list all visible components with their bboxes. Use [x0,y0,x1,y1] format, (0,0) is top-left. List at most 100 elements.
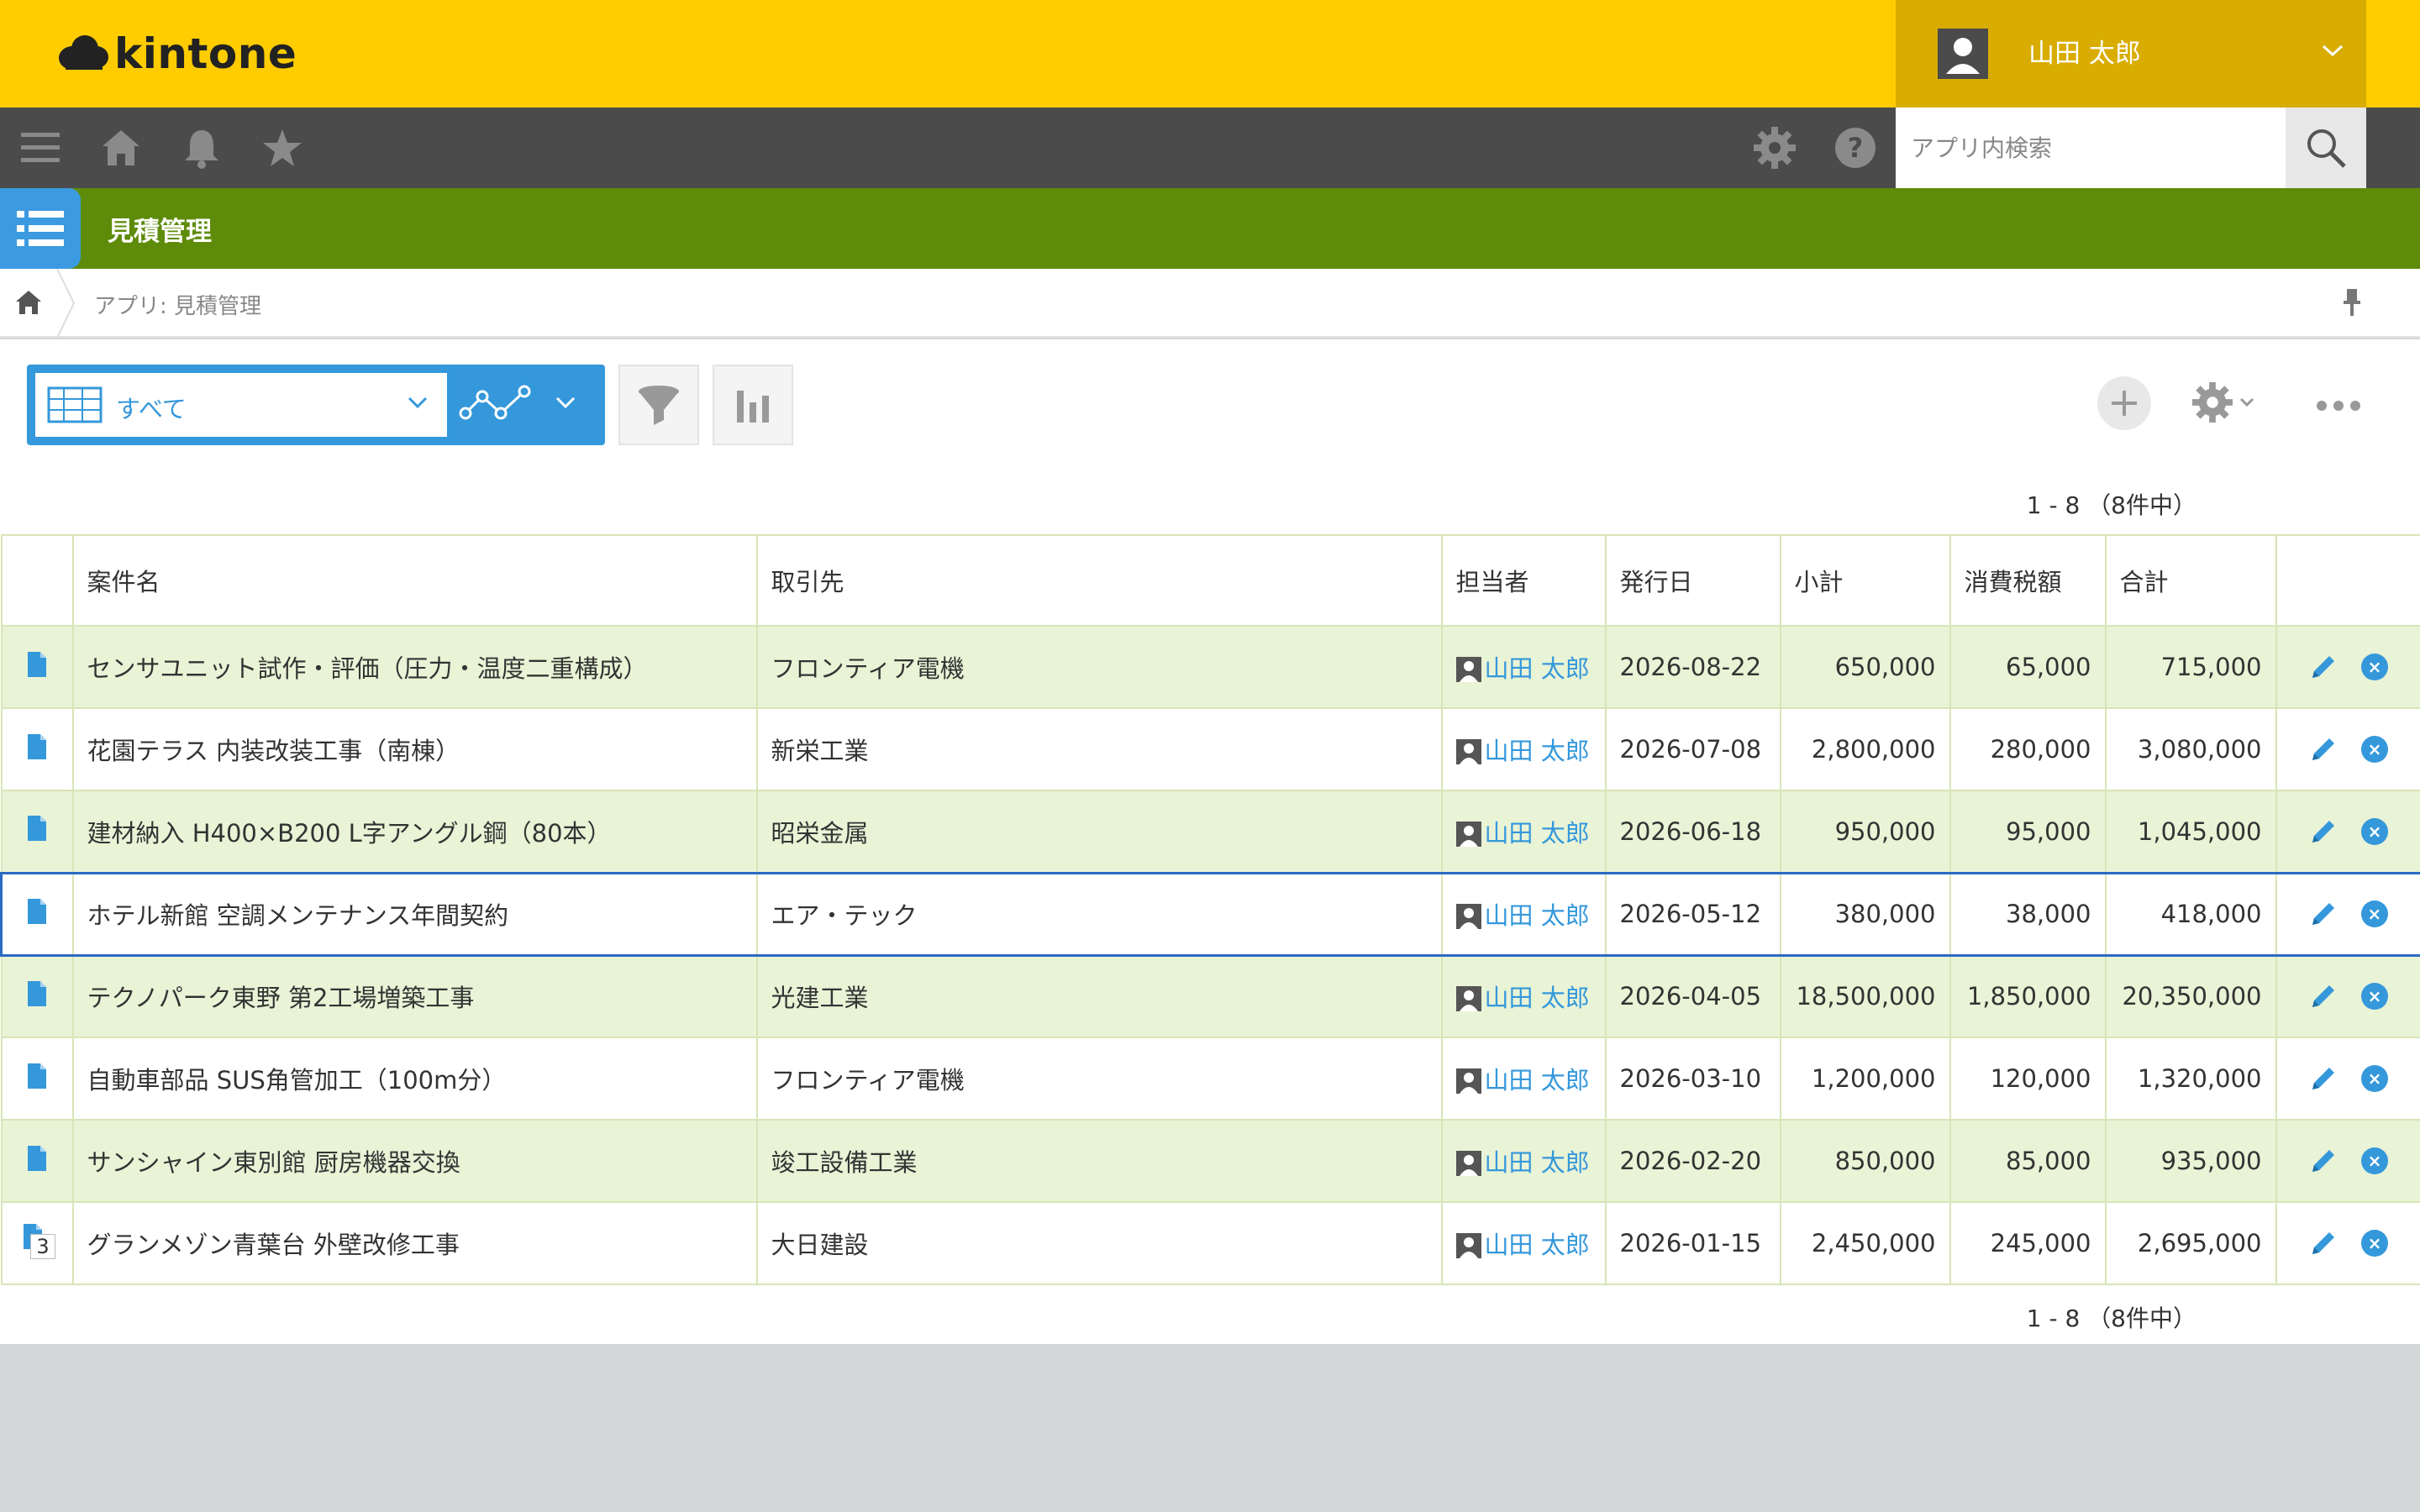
user-icon [1455,657,1481,682]
document-icon[interactable] [26,814,48,843]
table-row[interactable]: サンシャイン東別館 厨房機器交換 竣工設備工業 山田 太郎 2026-02-20 850… [0,1119,2420,1203]
owner-link[interactable]: 山田 太郎 [1485,1231,1590,1259]
owner-link[interactable]: 山田 太郎 [1485,819,1590,848]
record-detail-cell[interactable] [0,707,74,791]
column-header[interactable]: 合計 [2104,534,2277,627]
search-input[interactable] [1896,108,2286,188]
list-icon[interactable] [0,188,81,269]
column-header-actions [2275,534,2420,627]
help-icon[interactable]: ? [1832,124,1879,171]
record-detail-cell[interactable] [0,871,74,957]
breadcrumb: アプリ: 見積管理 [0,269,2420,338]
graph-icon[interactable] [454,380,541,432]
breadcrumb-app-link[interactable]: アプリ: 見積管理 [94,289,261,320]
table-header-row: 案件名 取引先 担当者 発行日 小計 消費税額 合計 [0,534,2420,627]
issue-date-cell: 2026-02-20 [1604,1119,1781,1203]
app-title[interactable]: 見積管理 [108,210,212,248]
owner-link[interactable]: 山田 太郎 [1485,1066,1590,1095]
client-cell: 光建工業 [755,954,1443,1038]
document-icon[interactable] [26,897,48,926]
owner-cell: 山田 太郎 [1440,1201,1607,1285]
close-icon[interactable]: × [2361,983,2388,1011]
add-record-button[interactable] [2097,376,2151,430]
document-icon[interactable]: 3 [18,1222,55,1259]
bell-icon[interactable] [178,124,225,171]
column-header[interactable]: 発行日 [1604,534,1781,627]
svg-text:?: ? [1848,132,1864,164]
client-cell: エア・テック [755,871,1443,957]
close-icon[interactable]: × [2361,1065,2388,1092]
column-header[interactable]: 小計 [1779,534,1951,627]
comment-count-badge: 3 [30,1233,55,1259]
user-name: 山田 太郎 [2028,39,2141,69]
pencil-icon[interactable] [2309,982,2338,1011]
pencil-icon[interactable] [2309,1064,2338,1093]
close-icon[interactable]: × [2361,1230,2388,1257]
owner-link[interactable]: 山田 太郎 [1485,1148,1590,1177]
table-row[interactable]: テクノパーク東野 第2工場増築工事 光建工業 山田 太郎 2026-04-05 18,5… [0,954,2420,1038]
chevron-down-icon[interactable] [555,395,576,410]
record-detail-cell[interactable] [0,954,74,1038]
pin-icon[interactable] [2339,287,2365,318]
home-icon[interactable] [13,287,44,318]
user-icon [1455,986,1481,1012]
pencil-icon[interactable] [2309,1229,2338,1257]
close-icon[interactable]: × [2360,900,2388,927]
table-row[interactable]: 自動車部品 SUS角管加工（100m分） フロンティア電機 山田 太郎 2026-03… [0,1037,2420,1121]
document-icon[interactable] [26,650,48,679]
close-icon[interactable]: × [2361,1147,2388,1174]
pencil-icon[interactable] [2309,1147,2338,1175]
graph-chart-button[interactable] [713,365,793,445]
table-row[interactable]: 建材納入 H400×B200 L字アングル鋼（80本） 昭栄金属 山田 太郎 2026… [0,790,2420,874]
record-detail-cell[interactable]: 3 [0,1201,74,1285]
owner-link[interactable]: 山田 太郎 [1485,737,1590,765]
pencil-icon[interactable] [2309,653,2338,681]
column-header[interactable]: 案件名 [71,534,758,627]
owner-cell: 山田 太郎 [1440,871,1607,957]
record-detail-cell[interactable] [0,1119,74,1203]
issue-date-cell: 2026-06-18 [1604,790,1781,874]
pencil-icon[interactable] [2309,735,2338,764]
menu-icon[interactable] [17,124,64,171]
pencil-icon[interactable] [2309,900,2338,928]
owner-link[interactable]: 山田 太郎 [1485,984,1590,1012]
document-icon[interactable] [26,1144,48,1173]
table-row[interactable]: 3 グランメゾン青葉台 外壁改修工事 大日建設 山田 太郎 2026-01-15 2,45… [0,1201,2420,1285]
user-menu[interactable]: 山田 太郎 [1896,0,2366,108]
pencil-icon[interactable] [2309,817,2338,846]
close-icon[interactable]: × [2361,736,2388,763]
table-row[interactable]: センサユニット試作・評価（圧力・温度二重構成） フロンティア電機 山田 太郎 2026… [0,625,2420,709]
filter-button[interactable] [618,365,699,445]
record-detail-cell[interactable] [0,625,74,709]
project-name-cell: グランメゾン青葉台 外壁改修工事 [71,1201,758,1285]
bar-chart-icon [737,391,769,423]
star-icon[interactable] [259,124,306,171]
column-header[interactable]: 取引先 [755,534,1443,627]
more-icon[interactable] [2316,400,2361,412]
home-icon[interactable] [97,124,145,171]
kintone-logo[interactable]: kintone [57,22,297,86]
gear-icon[interactable] [1751,124,1798,171]
column-header[interactable]: 消費税額 [1949,534,2107,627]
table-row[interactable]: 花園テラス 内装改装工事（南棟） 新栄工業 山田 太郎 2026-07-08 2,800… [0,707,2420,791]
document-icon[interactable] [26,979,48,1008]
document-icon[interactable] [26,1062,48,1090]
app-settings-button[interactable] [2191,381,2255,423]
owner-link[interactable]: 山田 太郎 [1485,654,1590,683]
close-icon[interactable]: × [2361,654,2388,680]
user-icon [1455,1151,1481,1176]
search-button[interactable] [2286,108,2366,188]
owner-link[interactable]: 山田 太郎 [1485,901,1590,930]
tax-cell: 38,000 [1949,871,2107,957]
table-row[interactable]: ホテル新館 空調メンテナンス年間契約 エア・テック 山田 太郎 2026-05-12 3… [0,871,2420,957]
record-detail-cell[interactable] [0,790,74,874]
subtotal-cell: 2,450,000 [1779,1201,1951,1285]
document-icon[interactable] [26,732,48,761]
total-cell: 715,000 [2104,625,2277,709]
owner-cell: 山田 太郎 [1440,790,1607,874]
column-header[interactable]: 担当者 [1440,534,1607,627]
row-actions: × [2275,1201,2420,1285]
record-detail-cell[interactable] [0,1037,74,1121]
filter-icon [639,386,679,425]
close-icon[interactable]: × [2361,817,2388,845]
